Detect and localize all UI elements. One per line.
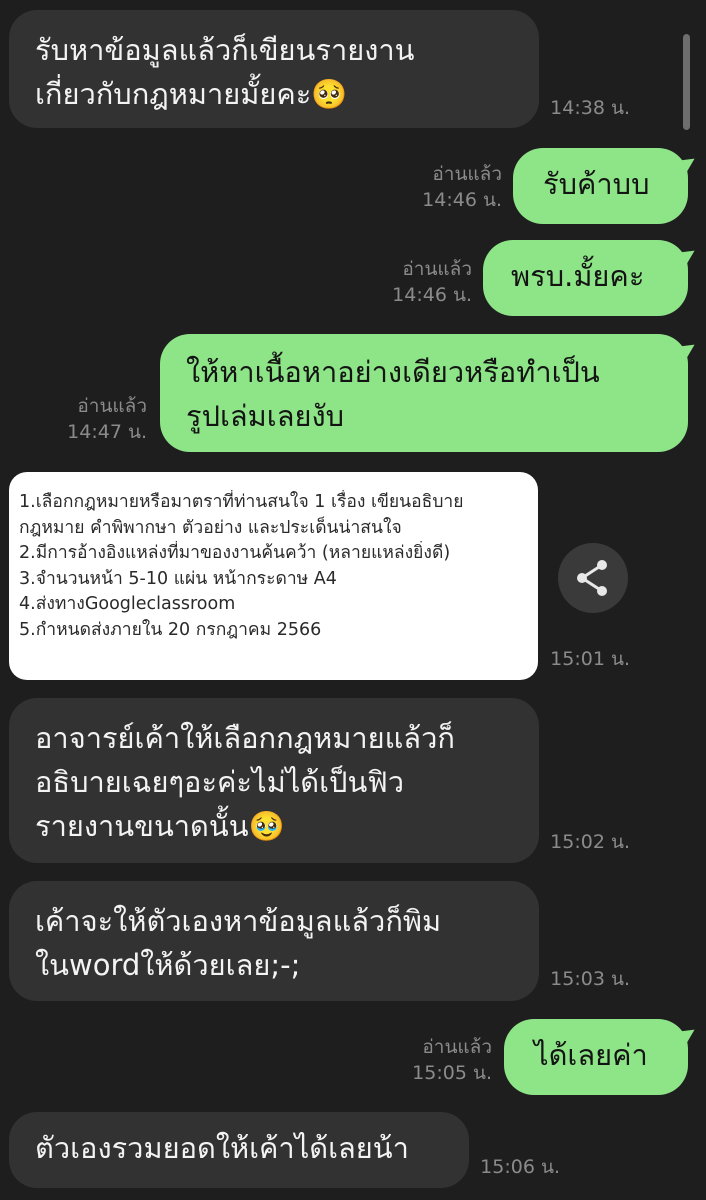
- scrollbar[interactable]: [683, 34, 690, 130]
- message-bubble-outgoing: รับค้าบบ: [513, 148, 688, 224]
- image-text-line: 4.ส่งทางGoogleclassroom: [19, 594, 236, 614]
- message-timestamp: 15:01 น.: [550, 648, 630, 670]
- message-timestamp: 15:02 น.: [550, 831, 630, 853]
- image-text-line: กฎหมาย คำพิพากษา ตัวอย่าง และประเด็นน่าส…: [19, 517, 402, 538]
- message-read-status: อ่านแล้ว 15:05 น.: [400, 1034, 492, 1086]
- read-label: อ่านแล้ว: [402, 258, 472, 280]
- message-bubble-incoming: ตัวเองรวมยอดให้เค้าได้เลยน้า: [9, 1112, 469, 1188]
- share-icon: [577, 560, 607, 596]
- image-text-line: 1.เลือกกฎหมายหรือมาตราที่ท่านสนใจ 1 เรื่…: [19, 492, 464, 512]
- message-read-status: อ่านแล้ว 14:47 น.: [55, 393, 147, 445]
- image-text-line: 2.มีการอ้างอิงแหล่งที่มาของงานค้นคว้า (ห…: [19, 543, 451, 563]
- read-label: อ่านแล้ว: [77, 395, 147, 417]
- message-bubble-outgoing: ให้หาเนื้อหาอย่างเดียวหรือทำเป็น รูปเล่ม…: [160, 334, 688, 452]
- message-bubble-incoming: อาจารย์เค้าให้เลือกกฎหมายแล้วก็ อธิบายเฉ…: [9, 698, 539, 863]
- read-label: อ่านแล้ว: [422, 1036, 492, 1058]
- message-bubble-incoming: รับหาข้อมูลแล้วก็เขียนรายงาน เกี่ยวกับกฎ…: [9, 10, 539, 128]
- message-timestamp: 14:47 น.: [67, 421, 147, 443]
- message-read-status: อ่านแล้ว 14:46 น.: [410, 161, 502, 213]
- message-timestamp: 15:05 น.: [412, 1062, 492, 1084]
- message-timestamp: 15:03 น.: [550, 968, 630, 990]
- image-text-line: 3.จำนวนหน้า 5-10 แผ่น หน้ากระดาษ A4: [19, 568, 337, 589]
- message-bubble-outgoing: ได้เลยค่า: [504, 1019, 688, 1095]
- read-label: อ่านแล้ว: [432, 163, 502, 185]
- message-read-status: อ่านแล้ว 14:46 น.: [380, 256, 472, 308]
- message-timestamp: 15:06 น.: [480, 1156, 560, 1178]
- image-text-line: 5.กำหนดส่งภายใน 20 กรกฎาคม 2566: [19, 619, 322, 640]
- message-bubble-outgoing: พรบ.มั้ยคะ: [483, 240, 688, 316]
- image-message[interactable]: 1.เลือกกฎหมายหรือมาตราที่ท่านสนใจ 1 เรื่…: [9, 472, 538, 680]
- share-button[interactable]: [558, 543, 628, 613]
- message-timestamp: 14:46 น.: [422, 189, 502, 211]
- message-timestamp: 14:46 น.: [392, 284, 472, 306]
- message-timestamp: 14:38 น.: [550, 97, 630, 119]
- message-bubble-incoming: เค้าจะให้ตัวเองหาข้อมูลแล้วก็พิม ในwordใ…: [9, 881, 539, 1001]
